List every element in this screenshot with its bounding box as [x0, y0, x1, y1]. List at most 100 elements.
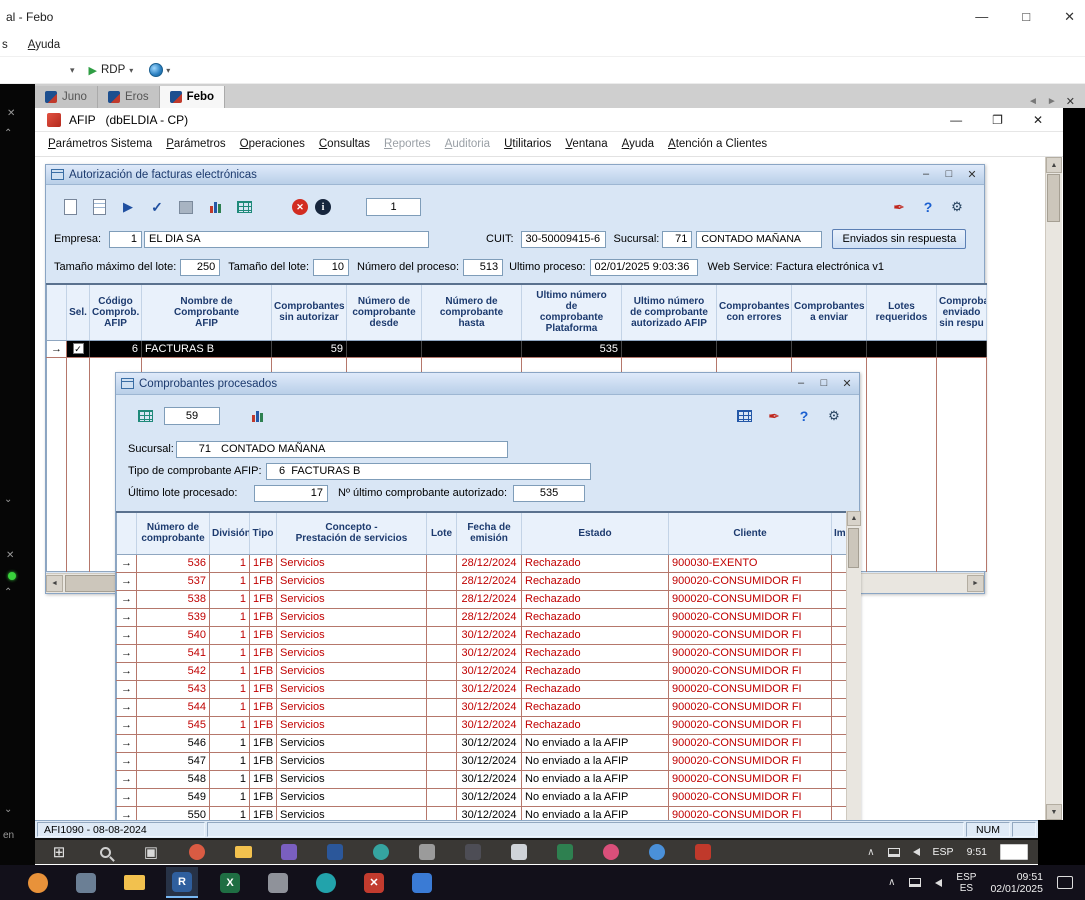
afip-menu-item[interactable]: Ventana — [558, 138, 614, 150]
afip-menu-item[interactable]: Operaciones — [233, 138, 312, 150]
export-grid-icon[interactable] — [134, 405, 156, 427]
help-icon[interactable]: ? — [917, 196, 939, 218]
cell-fecha-emision[interactable]: 28/12/2024 — [457, 590, 522, 608]
cell-lote[interactable] — [427, 572, 457, 590]
excel-icon[interactable]: X — [214, 867, 246, 898]
cell-estado[interactable]: Rechazado — [522, 716, 669, 734]
cell-numero-comprobante[interactable]: 539 — [137, 608, 210, 626]
tamano-maximo-field[interactable]: 250 — [180, 259, 220, 276]
cuit-field[interactable]: 30-50009415-6 — [521, 231, 606, 248]
cell-sin-autorizar[interactable]: 59 — [272, 340, 347, 357]
notification-box[interactable] — [1000, 844, 1028, 860]
cell-estado[interactable]: No enviado a la AFIP — [522, 788, 669, 806]
rdp-connect-button[interactable]: ▶ RDP ▾ — [89, 64, 134, 77]
afip-menu-item[interactable]: Ayuda — [615, 138, 661, 150]
empresa-code-field[interactable]: 1 — [109, 231, 142, 248]
scroll-down-icon[interactable]: ⌄ — [4, 494, 12, 505]
cell-numero-comprobante[interactable]: 536 — [137, 554, 210, 572]
proc-window-titlebar[interactable]: Comprobantes procesados – □ ✕ — [116, 373, 859, 395]
cell-importe[interactable] — [832, 662, 847, 680]
cell-importe[interactable] — [832, 554, 847, 572]
close-button[interactable]: ✕ — [840, 377, 854, 390]
cell-tipo[interactable]: 1FB — [250, 572, 277, 590]
maximize-button[interactable]: □ — [817, 377, 831, 390]
cell-cliente[interactable]: 900020-CONSUMIDOR FI — [669, 608, 832, 626]
cell-division[interactable]: 1 — [210, 752, 250, 770]
cell-concepto[interactable]: Servicios — [277, 572, 427, 590]
report-chart-icon[interactable] — [204, 196, 226, 218]
cell-importe[interactable] — [832, 608, 847, 626]
cell-lote[interactable] — [427, 608, 457, 626]
dropdown-caret-icon[interactable]: ▾ — [70, 65, 75, 76]
restore-button[interactable]: ❐ — [992, 113, 1003, 127]
cell-lote[interactable] — [427, 770, 457, 788]
cell-numero-comprobante[interactable]: 547 — [137, 752, 210, 770]
tab-close-icon[interactable]: ✕ — [1066, 95, 1075, 108]
cell-division[interactable]: 1 — [210, 716, 250, 734]
search-icon[interactable] — [95, 842, 115, 862]
column-header[interactable]: Im — [832, 512, 847, 554]
task-view-icon[interactable]: ▣ — [141, 842, 161, 862]
cell-tipo[interactable]: 1FB — [250, 644, 277, 662]
cell-estado[interactable]: No enviado a la AFIP — [522, 806, 669, 820]
clock[interactable]: 09:51 02/01/2025 — [990, 871, 1043, 895]
cell-cliente[interactable]: 900020-CONSUMIDOR FI — [669, 680, 832, 698]
network-icon[interactable] — [909, 878, 921, 887]
cell-fecha-emision[interactable]: 30/12/2024 — [457, 698, 522, 716]
cell-estado[interactable]: Rechazado — [522, 626, 669, 644]
cell-tipo[interactable]: 1FB — [250, 590, 277, 608]
cell-fecha-emision[interactable]: 30/12/2024 — [457, 716, 522, 734]
tray-expand-icon[interactable]: ∧ — [888, 877, 895, 888]
cell-cliente[interactable]: 900020-CONSUMIDOR FI — [669, 644, 832, 662]
close-button[interactable]: ✕ — [1033, 113, 1043, 127]
cell-con-errores[interactable] — [717, 340, 792, 357]
ultimo-lote-field[interactable]: 17 — [254, 485, 328, 502]
cell-importe[interactable] — [832, 698, 847, 716]
grid-row[interactable]: → 545 1 1FB Servicios 30/12/2024 Rechaza… — [117, 716, 847, 734]
ultimo-comprobante-field[interactable]: 535 — [513, 485, 585, 502]
chat-icon[interactable] — [371, 842, 391, 862]
help-icon[interactable]: ? — [793, 405, 815, 427]
afip-menu-item[interactable]: Auditoria — [438, 138, 497, 150]
grid-row[interactable]: → 548 1 1FB Servicios 30/12/2024 No envi… — [117, 770, 847, 788]
confirm-icon[interactable]: ✓ — [146, 196, 168, 218]
developer-tools-icon[interactable]: ⚙ — [823, 405, 845, 427]
save-icon[interactable] — [175, 196, 197, 218]
photos-icon[interactable] — [310, 867, 342, 898]
record-counter[interactable]: 59 — [164, 407, 220, 425]
calendar-icon[interactable] — [555, 842, 575, 862]
session-tab[interactable]: Juno — [35, 86, 98, 108]
cell-autorizado-afip[interactable] — [622, 340, 717, 357]
export-grid-icon[interactable] — [233, 196, 255, 218]
cell-fecha-emision[interactable]: 28/12/2024 — [457, 608, 522, 626]
cell-concepto[interactable]: Servicios — [277, 626, 427, 644]
cell-estado[interactable]: No enviado a la AFIP — [522, 770, 669, 788]
cell-lote[interactable] — [427, 626, 457, 644]
volume-icon[interactable] — [913, 848, 920, 856]
afip-menu-item[interactable]: Reportes — [377, 138, 438, 150]
cell-division[interactable]: 1 — [210, 644, 250, 662]
scroll-right-icon[interactable]: ► — [967, 575, 984, 592]
cell-importe[interactable] — [832, 788, 847, 806]
cell-tipo[interactable]: 1FB — [250, 698, 277, 716]
grid-row[interactable]: → 546 1 1FB Servicios 30/12/2024 No envi… — [117, 734, 847, 752]
column-header[interactable]: Comprobantes a enviar — [792, 284, 867, 340]
cell-concepto[interactable]: Servicios — [277, 734, 427, 752]
cell-lote[interactable] — [427, 806, 457, 820]
cell-numero-comprobante[interactable]: 541 — [137, 644, 210, 662]
notes-icon[interactable] — [509, 842, 529, 862]
tab-scroll-left-icon[interactable]: ◄ — [1028, 96, 1038, 107]
table-view-icon[interactable] — [733, 405, 755, 427]
start-icon[interactable]: ⊞ — [49, 842, 69, 862]
word-icon[interactable] — [325, 842, 345, 862]
cell-tipo[interactable]: 1FB — [250, 770, 277, 788]
minimize-button[interactable]: – — [919, 168, 933, 181]
language-indicator[interactable]: ESP ES — [956, 872, 976, 894]
cell-division[interactable]: 1 — [210, 590, 250, 608]
sucursal-name-field[interactable]: CONTADO MAÑANA — [696, 231, 822, 248]
tray-expand-icon[interactable]: ∧ — [867, 847, 874, 858]
close-button[interactable]: ✕ — [1064, 9, 1075, 25]
volume-icon[interactable] — [935, 879, 942, 887]
app-icon-purple[interactable] — [279, 842, 299, 862]
cell-tipo[interactable]: 1FB — [250, 554, 277, 572]
